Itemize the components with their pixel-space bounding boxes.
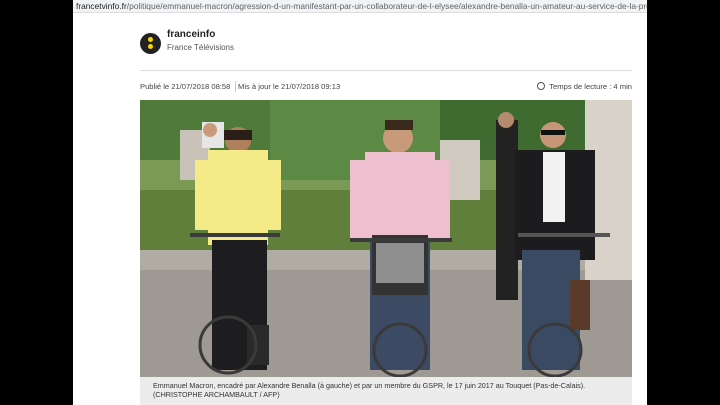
- reading-time-label: Temps de lecture : 4 min: [549, 82, 632, 91]
- caption-text: Emmanuel Macron, encadré par Alexandre B…: [153, 381, 586, 390]
- brand-name: franceinfo: [167, 29, 216, 40]
- article-meta: Publié le 21/07/2018 08:58 Mis à jour le…: [140, 81, 632, 94]
- clock-icon: [537, 82, 546, 90]
- address-bar[interactable]: francetvinfo.fr/politique/emmanuel-macro…: [73, 0, 647, 13]
- photo-illustration: [140, 100, 632, 377]
- caption-credit: (CHRISTOPHE ARCHAMBAULT / AFP): [153, 390, 280, 399]
- meta-separator: [235, 81, 236, 92]
- photo-caption: Emmanuel Macron, encadré par Alexandre B…: [140, 377, 632, 405]
- franceinfo-logo-icon: [140, 33, 161, 54]
- url-path: /politique/emmanuel-macron/agression-d-u…: [126, 1, 647, 11]
- reading-time: Temps de lecture : 4 min: [537, 82, 632, 91]
- published-date: Publié le 21/07/2018 08:58: [140, 82, 231, 91]
- updated-date: Mis à jour le 21/07/2018 09:13: [238, 82, 341, 91]
- article-photo[interactable]: [140, 100, 632, 377]
- brand-subtitle: France Télévisions: [167, 43, 234, 52]
- browser-window: francetvinfo.fr/politique/emmanuel-macro…: [73, 0, 647, 405]
- url-domain: francetvinfo.fr: [76, 1, 127, 11]
- header-divider: [140, 70, 632, 71]
